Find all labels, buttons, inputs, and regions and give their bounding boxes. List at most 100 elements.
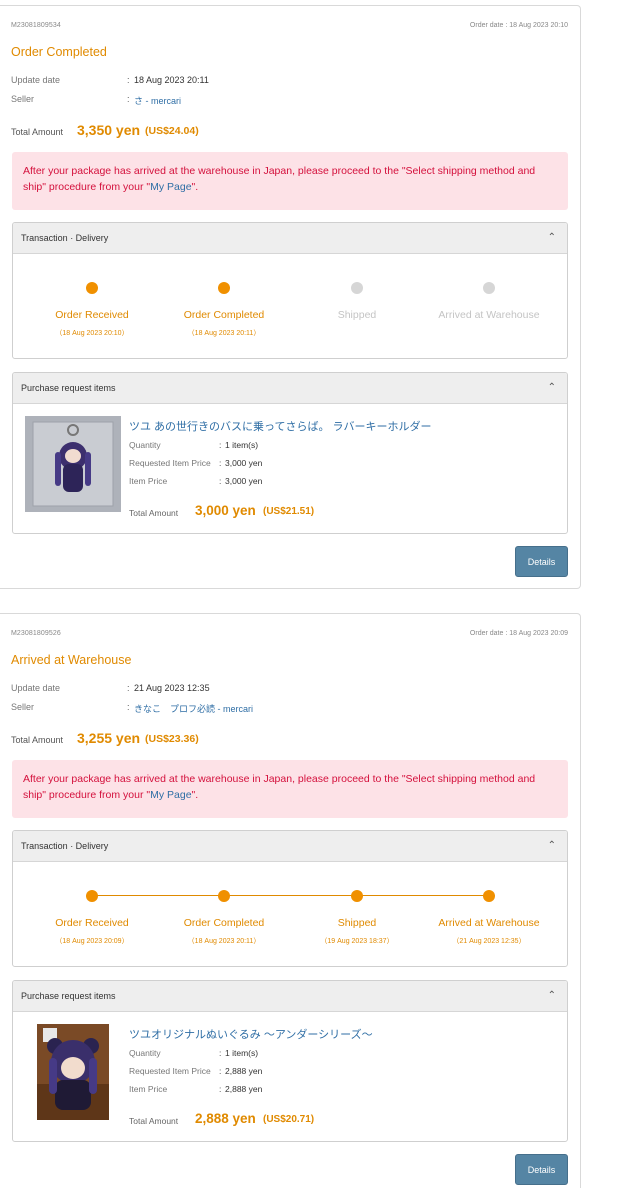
warehouse-alert: After your package has arrived at the wa… (12, 152, 568, 210)
requested-price-value: 2,888 yen (225, 1066, 263, 1076)
seller-label: Seller (11, 94, 35, 104)
alert-text: After your package has arrived at the wa… (23, 165, 536, 193)
alert-text: After your package has arrived at the wa… (23, 773, 536, 801)
colon: : (219, 1048, 222, 1058)
total-amount-usd: (US$24.04) (145, 125, 199, 137)
update-date-value: 18 Aug 2023 20:11 (134, 75, 209, 85)
keychain-image (25, 416, 121, 512)
items-panel-title: Purchase request items (21, 383, 116, 393)
update-date-value: 21 Aug 2023 12:35 (134, 683, 210, 693)
item-row: ツユオリジナルぬいぐるみ 〜アンダーシリーズ〜 Quantity : 1 ite… (13, 1012, 567, 1141)
item-price-value: 3,000 yen (225, 476, 263, 486)
details-button[interactable]: Details (515, 546, 568, 577)
step-date: （18 Aug 2023 20:09） (55, 938, 129, 945)
colon: : (219, 1084, 222, 1094)
order-date: Order date : 18 Aug 2023 20:09 (470, 630, 568, 637)
step-dot (86, 890, 98, 902)
quantity-value: 1 item(s) (225, 1048, 259, 1058)
step-label: Arrived at Warehouse (438, 309, 540, 321)
colon: : (219, 440, 222, 450)
step-dot (351, 890, 363, 902)
quantity-value: 1 item(s) (225, 440, 259, 450)
colon: : (127, 702, 130, 712)
my-page-link[interactable]: My Page (150, 181, 191, 193)
item-total-usd: (US$20.71) (263, 1114, 315, 1125)
item-total-label: Total Amount (129, 508, 179, 518)
step-date: （18 Aug 2023 20:10） (55, 330, 129, 337)
item-price-label: Item Price (129, 476, 168, 486)
total-amount-label: Total Amount (11, 127, 64, 137)
details-button[interactable]: Details (515, 1154, 568, 1185)
seller-link[interactable]: さ - mercari (134, 94, 181, 107)
alert-text-end: ". (191, 181, 199, 193)
items-panel-title: Purchase request items (21, 991, 116, 1001)
total-amount-yen: 3,350 yen (77, 122, 141, 138)
plush-image (37, 1024, 109, 1120)
update-date-label: Update date (11, 683, 61, 693)
my-page-link[interactable]: My Page (150, 789, 191, 801)
step-dot (218, 890, 230, 902)
order-status: Order Completed (11, 45, 107, 59)
warehouse-alert: After your package has arrived at the wa… (12, 760, 568, 818)
chevron-up-icon[interactable]: ⌃ (548, 382, 556, 393)
order-card: M23081809534 Order date : 18 Aug 2023 20… (0, 5, 581, 589)
order-id: M23081809534 (11, 22, 61, 29)
step-label: Order Received (55, 917, 129, 929)
item-total-label: Total Amount (129, 1116, 179, 1126)
seller-link[interactable]: きなこ プロフ必読 - mercari (134, 702, 253, 715)
item-row: ツユ あの世行きのバスに乗ってさらば。 ラバーキーホルダー Quantity :… (13, 404, 567, 533)
step-label: Order Received (55, 309, 129, 321)
requested-price-label: Requested Item Price (129, 458, 211, 468)
delivery-panel-title: Transaction · Delivery (21, 841, 109, 851)
step-dot (218, 282, 230, 294)
step-date: （19 Aug 2023 18:37） (320, 938, 394, 945)
colon: : (127, 94, 130, 104)
step-date: （18 Aug 2023 20:11） (187, 330, 261, 337)
order-date: Order date : 18 Aug 2023 20:10 (470, 22, 568, 29)
chevron-up-icon[interactable]: ⌃ (548, 990, 556, 1001)
delivery-panel: Transaction · Delivery ⌃ Order Received … (12, 830, 568, 967)
order-date-label: Order date : (469, 630, 510, 637)
delivery-panel-title: Transaction · Delivery (21, 233, 109, 243)
chevron-up-icon[interactable]: ⌃ (548, 840, 556, 851)
colon: : (219, 476, 222, 486)
chevron-up-icon[interactable]: ⌃ (548, 232, 556, 243)
purchase-items-panel: Purchase request items ⌃ ツユオリジナルぬいぐるみ 〜ア… (12, 980, 568, 1142)
item-thumbnail[interactable] (37, 1024, 109, 1120)
order-date-label: Order date : (469, 22, 510, 29)
step-label: Arrived at Warehouse (438, 917, 540, 929)
update-date-label: Update date (11, 75, 61, 85)
alert-text-end: ". (191, 789, 199, 801)
order-date-value: 18 Aug 2023 20:09 (509, 630, 568, 637)
order-status: Arrived at Warehouse (11, 653, 132, 667)
progress-steps: Order Received （18 Aug 2023 20:10） Order… (13, 254, 567, 358)
requested-price-label: Requested Item Price (129, 1066, 211, 1076)
step-dot (86, 282, 98, 294)
step-date: （21 Aug 2023 12:35） (452, 938, 526, 945)
step-label: Shipped (337, 917, 377, 929)
item-title-link[interactable]: ツユオリジナルぬいぐるみ 〜アンダーシリーズ〜 (129, 1026, 373, 1042)
items-panel-header[interactable]: Purchase request items ⌃ (13, 373, 567, 404)
step-label: Shipped (337, 309, 377, 321)
delivery-panel: Transaction · Delivery ⌃ Order Received … (12, 222, 568, 359)
item-title-link[interactable]: ツユ あの世行きのバスに乗ってさらば。 ラバーキーホルダー (129, 418, 431, 434)
order-date-value: 18 Aug 2023 20:10 (509, 22, 568, 29)
item-total-yen: 3,000 yen (195, 503, 256, 518)
delivery-panel-header[interactable]: Transaction · Delivery ⌃ (13, 831, 567, 862)
total-amount-yen: 3,255 yen (77, 730, 141, 746)
order-id: M23081809526 (11, 630, 61, 637)
item-total-yen: 2,888 yen (195, 1111, 256, 1126)
items-panel-header[interactable]: Purchase request items ⌃ (13, 981, 567, 1012)
colon: : (219, 1066, 222, 1076)
quantity-label: Quantity (129, 1048, 161, 1058)
item-price-label: Item Price (129, 1084, 168, 1094)
item-total-usd: (US$21.51) (263, 506, 315, 517)
total-amount-usd: (US$23.36) (145, 733, 199, 745)
delivery-panel-header[interactable]: Transaction · Delivery ⌃ (13, 223, 567, 254)
step-dot (351, 282, 363, 294)
item-thumbnail[interactable] (25, 416, 121, 512)
item-price-value: 2,888 yen (225, 1084, 263, 1094)
colon: : (219, 458, 222, 468)
purchase-items-panel: Purchase request items ⌃ ツユ あの世行きのバスに乗って… (12, 372, 568, 534)
step-date: （18 Aug 2023 20:11） (187, 938, 261, 945)
